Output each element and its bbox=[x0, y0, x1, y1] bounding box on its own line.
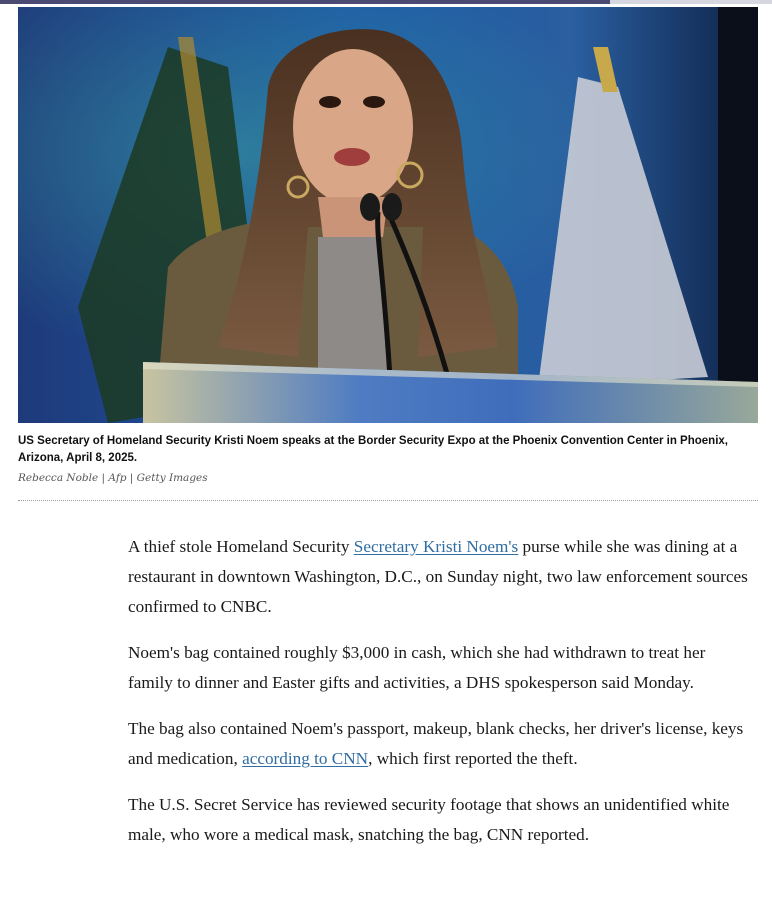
article-paragraph: A thief stole Homeland Security Secretar… bbox=[128, 537, 748, 616]
photo-credit: Rebecca Noble | Afp | Getty Images bbox=[18, 472, 208, 484]
article-body: A thief stole Homeland Security Secretar… bbox=[128, 532, 748, 866]
top-rule bbox=[0, 0, 772, 4]
article-paragraph: The bag also contained Noem's passport, … bbox=[128, 719, 744, 768]
photo-speaker-at-podium-icon bbox=[18, 7, 758, 423]
caption-divider bbox=[18, 500, 758, 501]
photo-caption: US Secretary of Homeland Security Kristi… bbox=[18, 435, 728, 464]
article-photo bbox=[18, 7, 758, 423]
article-paragraph: Noem's bag contained roughly $3,000 in c… bbox=[128, 643, 706, 692]
link-according-to-cnn[interactable]: according to CNN bbox=[242, 749, 368, 768]
link-kristi-noem[interactable]: Secretary Kristi Noem's bbox=[354, 537, 518, 556]
article-paragraph: The U.S. Secret Service has reviewed sec… bbox=[128, 795, 730, 844]
